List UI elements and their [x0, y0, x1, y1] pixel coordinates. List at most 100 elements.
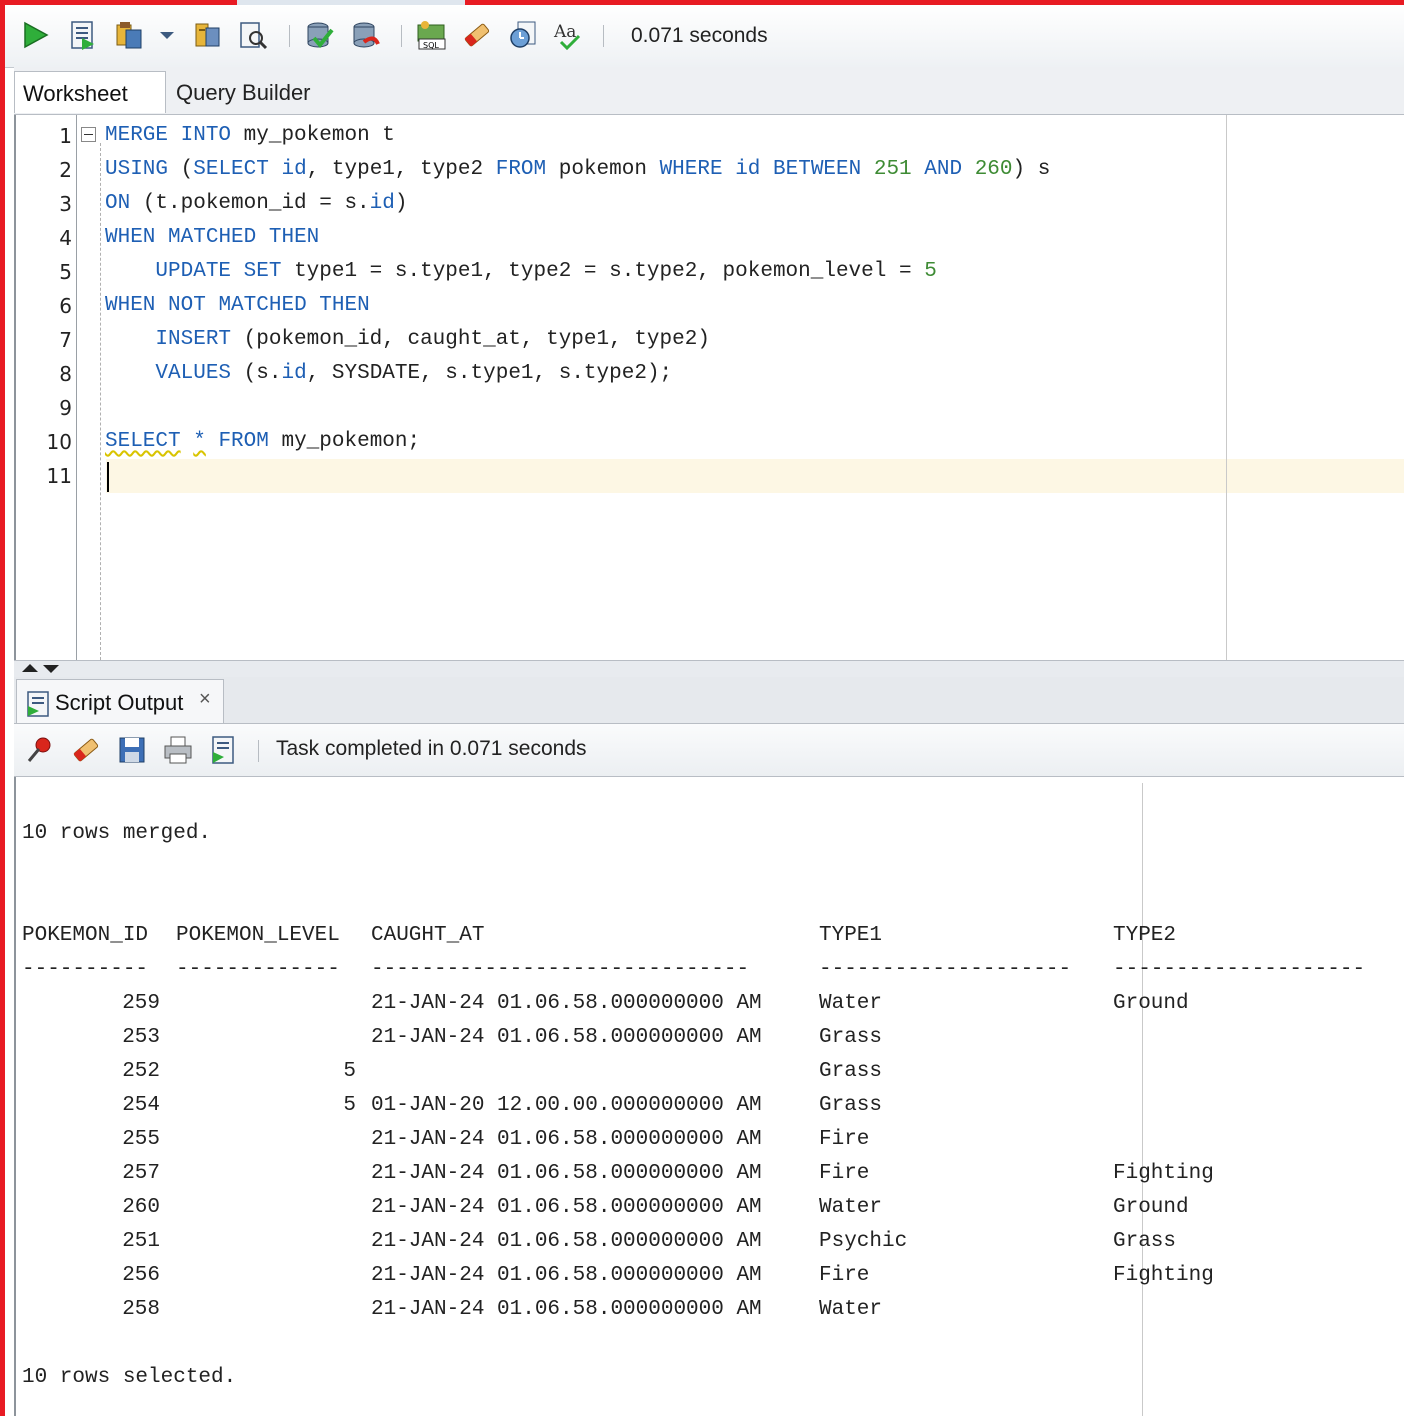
table-cell: Water: [819, 1298, 883, 1321]
sql-keyword: id: [735, 158, 761, 181]
table-row: 255 21-JAN-24 01.06.58.000000000 AM Fire: [22, 1123, 1402, 1157]
sql-keyword: BETWEEN: [773, 158, 862, 181]
format-sql-icon[interactable]: Aa: [553, 19, 585, 51]
script-output-icon: [25, 690, 51, 722]
code-line[interactable]: USING (SELECT id, type1, type2 FROM poke…: [105, 153, 1050, 187]
close-icon[interactable]: ×: [199, 688, 211, 711]
sql-keyword: INTO: [180, 124, 232, 147]
merge-message: 10 rows merged.: [22, 822, 212, 845]
collapse-down-icon[interactable]: [43, 665, 59, 673]
commit-icon[interactable]: [303, 19, 335, 51]
dropdown-arrow-icon[interactable]: [157, 19, 177, 51]
unshared-sql-icon[interactable]: SQL: [415, 19, 447, 51]
column-header: TYPE2: [1113, 924, 1177, 947]
tab-worksheet[interactable]: Worksheet: [14, 71, 166, 113]
right-margin-guide: [1226, 115, 1227, 660]
sql-keyword: THEN: [319, 294, 370, 317]
code-line[interactable]: MERGE INTO my_pokemon t: [105, 119, 395, 153]
table-cell: 254: [122, 1094, 160, 1117]
code-line[interactable]: SELECT * FROM my_pokemon;: [105, 425, 420, 459]
code-line[interactable]: UPDATE SET type1 = s.type1, type2 = s.ty…: [105, 255, 937, 289]
sql-text: (t.pokemon_id = s.: [130, 192, 370, 215]
fold-collapse-icon[interactable]: [81, 127, 96, 142]
sql-text: (: [168, 158, 194, 181]
line-number: 9: [59, 396, 72, 420]
table-row: 252 5 Grass: [22, 1055, 1402, 1089]
print-icon[interactable]: [162, 734, 194, 766]
sql-text: , SYSDATE, s.type1, s.type2);: [306, 362, 673, 385]
table-cell: Grass: [819, 1060, 883, 1083]
table-cell: Grass: [819, 1026, 883, 1049]
sql-keyword: MERGE: [105, 124, 169, 147]
svg-text:Aa: Aa: [553, 22, 576, 42]
sql-tuning-advisor-icon[interactable]: [237, 19, 269, 51]
script-output-label: Script Output: [55, 690, 184, 715]
sql-keyword: FROM: [218, 430, 269, 453]
table-cell: 01-JAN-20 12.00.00.000000000 AM: [371, 1094, 762, 1117]
table-cell: 258: [122, 1298, 160, 1321]
save-icon[interactable]: [116, 734, 148, 766]
column-underline: ------------------------------: [371, 958, 750, 981]
table-cell: 253: [122, 1026, 160, 1049]
autotrace-icon[interactable]: [113, 19, 145, 51]
sql-keyword: SET: [243, 260, 282, 283]
sql-number: 251: [873, 158, 912, 181]
line-number: 3: [59, 192, 72, 216]
line-number: 5: [59, 260, 72, 284]
header-underline: ---------- ------------- ---------------…: [22, 953, 1402, 987]
table-cell: 251: [122, 1230, 160, 1253]
fold-guide: [100, 143, 101, 660]
sql-keyword: id: [281, 158, 307, 181]
table-cell: 252: [122, 1060, 160, 1083]
sql-text: , type1, type2: [306, 158, 496, 181]
clear-icon[interactable]: [461, 19, 493, 51]
sql-keyword: VALUES: [155, 362, 232, 385]
pin-icon[interactable]: [24, 734, 56, 766]
code-line[interactable]: ON (t.pokemon_id = s.id): [105, 187, 408, 221]
table-cell: 21-JAN-24 01.06.58.000000000 AM: [371, 1264, 762, 1287]
result-header: POKEMON_ID POKEMON_LEVEL CAUGHT_AT TYPE1…: [22, 919, 1402, 953]
tab-query-builder[interactable]: Query Builder: [168, 71, 319, 113]
table-cell: Fire: [819, 1128, 870, 1151]
code-line[interactable]: INSERT (pokemon_id, caught_at, type1, ty…: [105, 323, 710, 357]
svg-text:SQL: SQL: [423, 41, 439, 50]
script-output-text[interactable]: 10 rows merged. POKEMON_ID POKEMON_LEVEL…: [14, 777, 1404, 1416]
clear-output-icon[interactable]: [70, 734, 102, 766]
line-number: 7: [59, 328, 72, 352]
sql-number: 5: [924, 260, 937, 283]
sql-history-icon[interactable]: [507, 19, 539, 51]
expand-up-icon[interactable]: [22, 664, 38, 672]
explain-plan-icon[interactable]: [191, 19, 223, 51]
run-statement-icon[interactable]: [19, 19, 51, 51]
table-cell: Fighting: [1113, 1162, 1214, 1185]
tab-script-output[interactable]: Script Output ×: [16, 679, 224, 723]
editor-tab-bar: Worksheet Query Builder: [14, 67, 1404, 115]
code-line[interactable]: VALUES (s.id, SYSDATE, s.type1, s.type2)…: [105, 357, 672, 391]
worksheet-toolbar: SQL Aa 0.071 seconds: [5, 5, 1404, 68]
script-icon[interactable]: [208, 734, 240, 766]
run-script-icon[interactable]: [67, 19, 99, 51]
rollback-icon[interactable]: [349, 19, 381, 51]
panel-splitter[interactable]: [14, 660, 1404, 678]
code-line[interactable]: WHEN NOT MATCHED THEN: [105, 289, 370, 323]
table-cell: 21-JAN-24 01.06.58.000000000 AM: [371, 1162, 762, 1185]
sql-editor[interactable]: 1 2 3 4 5 6 7 8 9 10 11 MERGE INTO my_pokemon t USI…: [14, 115, 1404, 660]
column-header: POKEMON_LEVEL: [176, 924, 340, 947]
code-line[interactable]: WHEN MATCHED THEN: [105, 221, 319, 255]
sql-keyword: FROM: [495, 158, 547, 181]
sql-text: my_pokemon;: [268, 430, 421, 453]
sql-text: my_pokemon t: [231, 124, 395, 147]
column-underline: -------------: [176, 958, 340, 981]
